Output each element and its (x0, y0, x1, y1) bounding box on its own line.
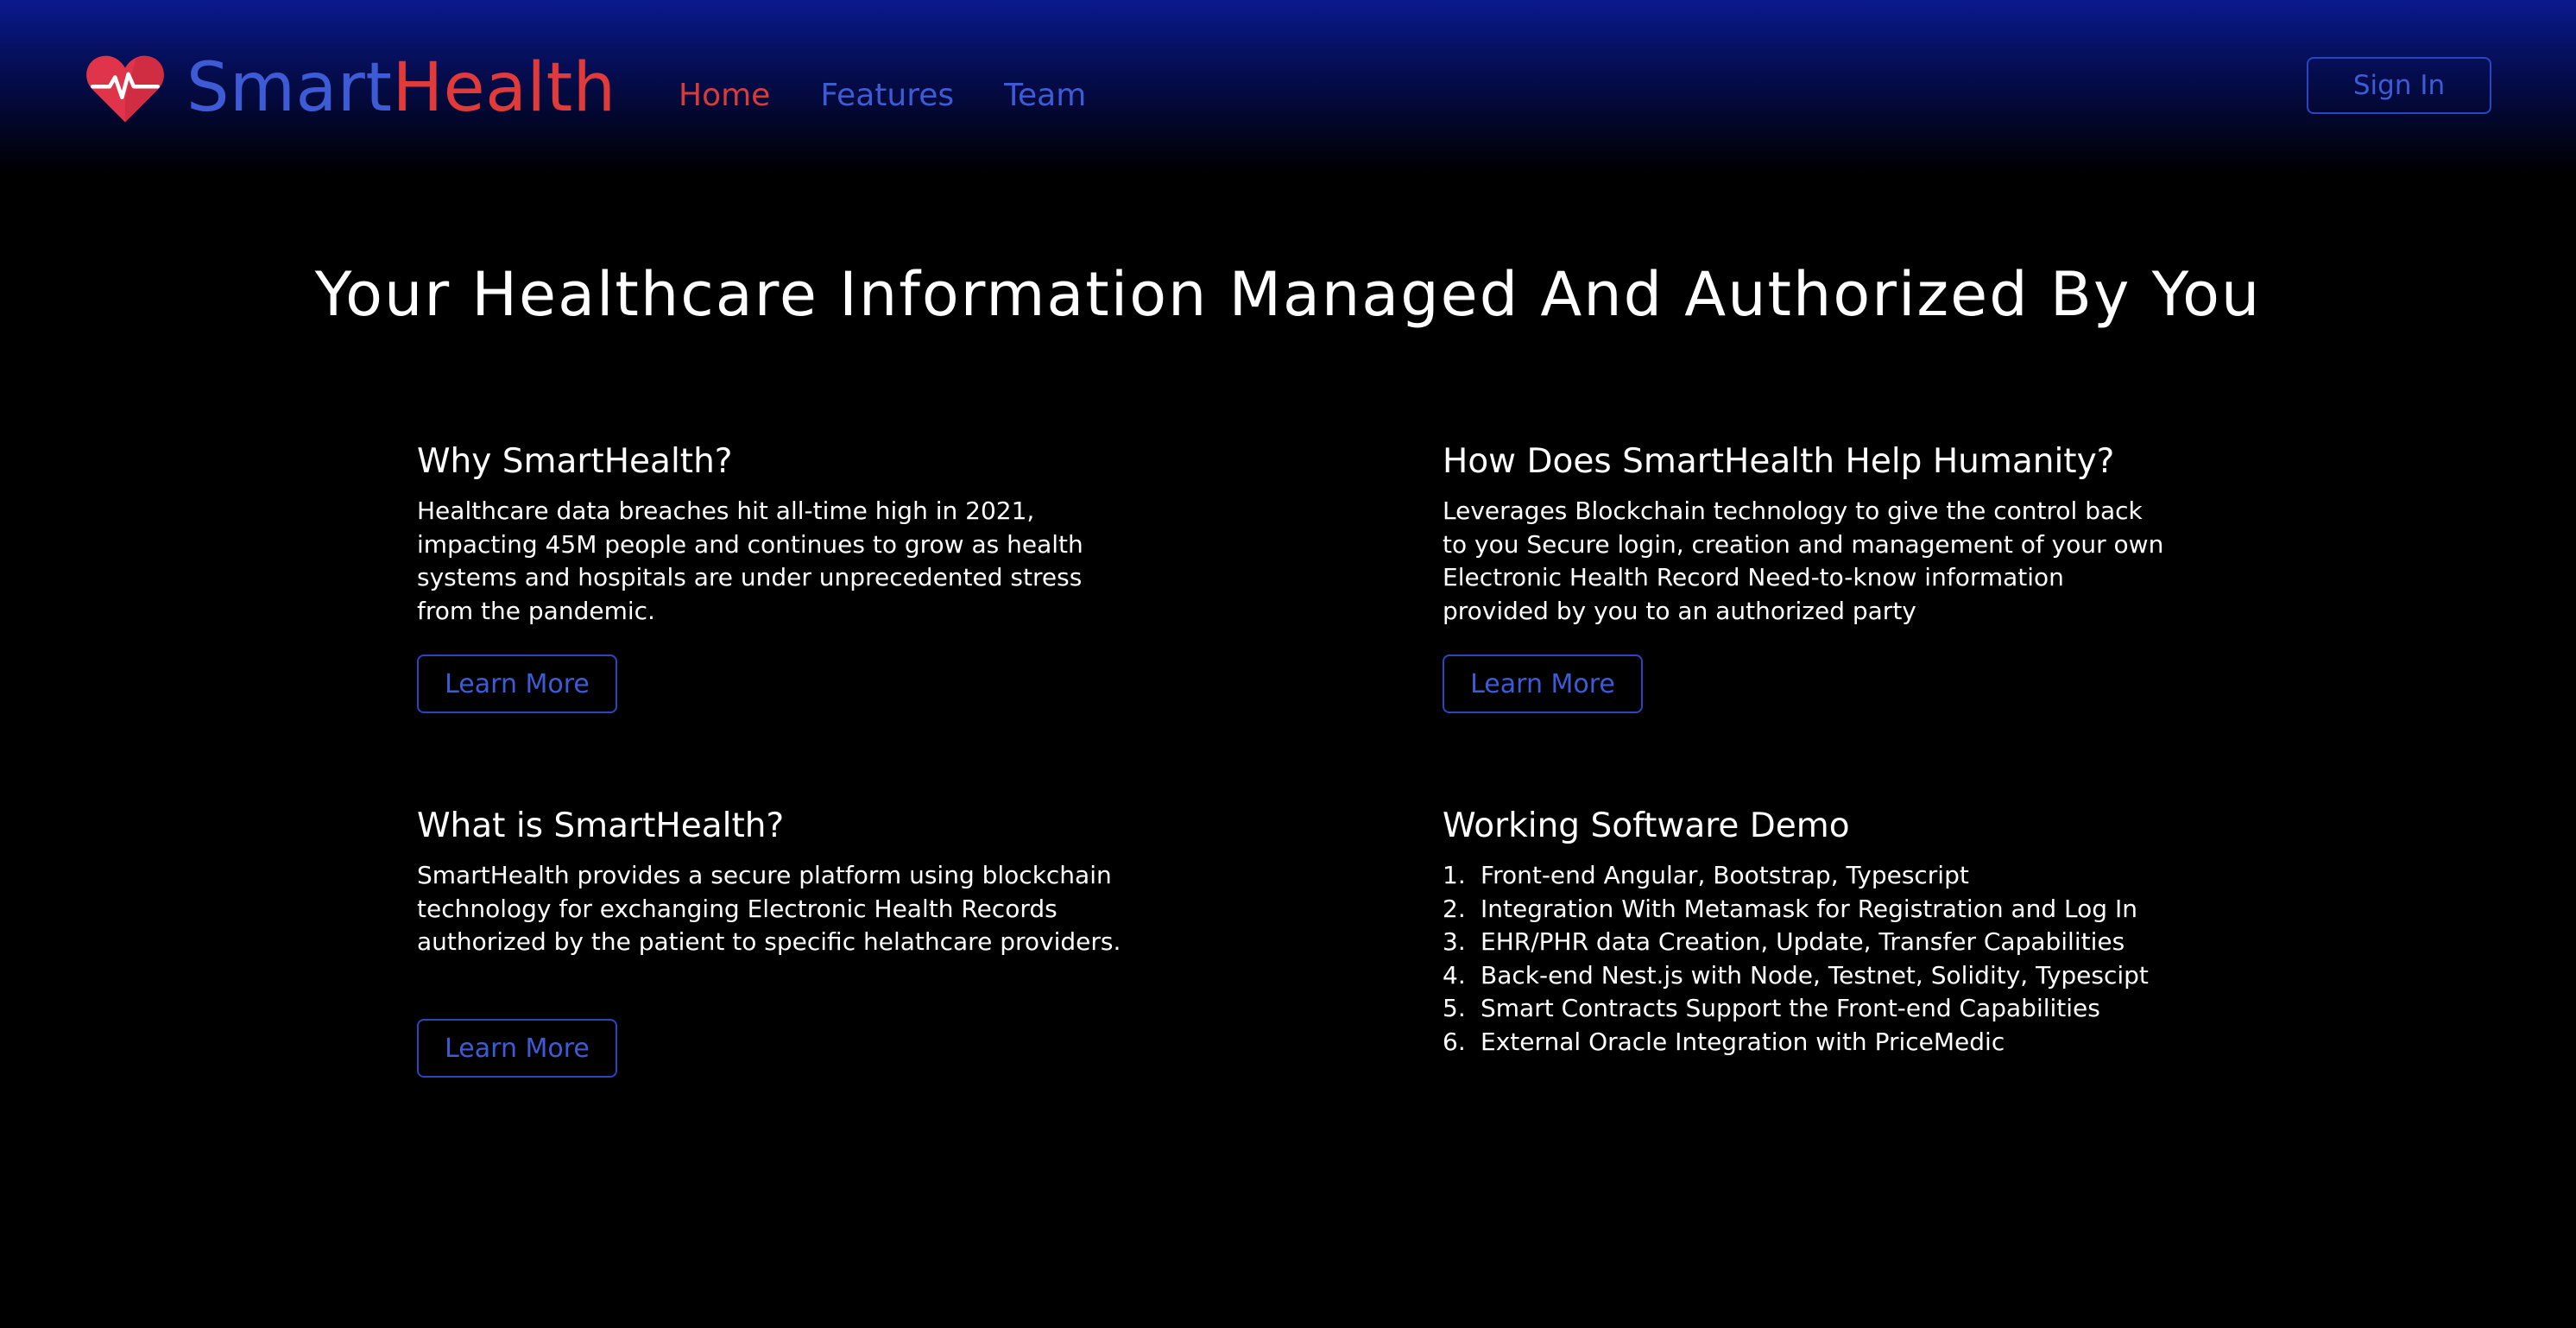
list-item: 3. EHR/PHR data Creation, Update, Transfe… (1443, 927, 2125, 956)
brand-name-smart: Smart (186, 49, 393, 127)
card-title: How Does SmartHealth Help Humanity? (1443, 442, 2115, 481)
learn-more-button[interactable]: Learn More (1443, 655, 1643, 713)
list-item: 1. Front-end Angular, Bootstrap, Typescri… (1443, 861, 1969, 889)
card-working-demo: Working Software Demo 1. Front-end Angula… (1443, 806, 2168, 1059)
learn-more-button[interactable]: Learn More (417, 655, 617, 713)
top-navbar: Smart Health Home Features Team Sign In (0, 0, 2576, 173)
heart-pulse-icon (86, 55, 164, 123)
demo-list: 1. Front-end Angular, Bootstrap, Typescri… (1443, 859, 2168, 1059)
sign-in-button[interactable]: Sign In (2307, 57, 2491, 114)
card-body: Healthcare data breaches hit all-time hi… (417, 496, 1083, 625)
card-title: Why SmartHealth? (417, 442, 733, 481)
hero-title: Your Healthcare Information Managed And … (314, 259, 2262, 330)
card-how-help-humanity: How Does SmartHealth Help Humanity? Leve… (1443, 442, 2168, 713)
nav-team[interactable]: Team (1004, 78, 1086, 113)
card-why-smarthealth: Why SmartHealth? Healthcare data breache… (417, 442, 1142, 713)
nav-features[interactable]: Features (820, 78, 954, 113)
learn-more-button[interactable]: Learn More (417, 1019, 617, 1078)
list-item: 5. Smart Contracts Support the Front-end … (1443, 994, 2100, 1022)
brand-logo[interactable]: Smart Health (86, 45, 616, 131)
list-item: 2. Integration With Metamask for Registra… (1443, 894, 2137, 923)
card-title: What is SmartHealth? (417, 806, 785, 845)
card-body: Leverages Blockchain technology to give … (1443, 496, 2164, 625)
card-body: SmartHealth provides a secure platform u… (417, 861, 1121, 956)
nav-home[interactable]: Home (679, 78, 770, 113)
main-nav: Home Features Team (679, 78, 1086, 113)
brand-name-health: Health (392, 49, 616, 127)
card-title: Working Software Demo (1443, 806, 1850, 845)
list-item: 4. Back-end Nest.js with Node, Testnet, S… (1443, 960, 2149, 990)
brand-name: Smart Health (186, 54, 616, 122)
card-what-is-smarthealth: What is SmartHealth? SmartHealth provide… (417, 806, 1142, 1078)
list-item: 6. External Oracle Integration with Price… (1443, 1027, 2005, 1056)
